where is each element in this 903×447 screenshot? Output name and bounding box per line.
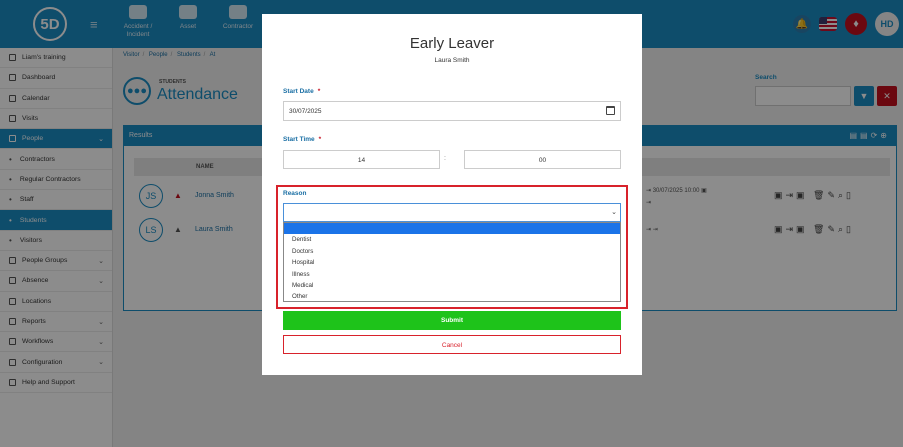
- minute-input[interactable]: 00: [464, 150, 621, 169]
- calendar-icon[interactable]: [606, 106, 615, 115]
- reason-option[interactable]: Doctors: [284, 246, 620, 257]
- hour-input[interactable]: 14: [283, 150, 440, 169]
- reason-option[interactable]: Other: [284, 291, 620, 302]
- time-separator: :: [444, 155, 446, 162]
- modal-subtitle: Laura Smith: [434, 57, 470, 64]
- start-time-label: Start Time *: [283, 136, 321, 143]
- reason-option[interactable]: Medical: [284, 280, 620, 291]
- start-date-input[interactable]: 30/07/2025: [283, 101, 621, 121]
- reason-option[interactable]: Hospital: [284, 257, 620, 268]
- start-date-label: Start Date *: [283, 88, 320, 95]
- reason-option[interactable]: Dentist: [284, 234, 620, 245]
- reason-option[interactable]: [284, 223, 620, 235]
- early-leaver-modal: Early Leaver Laura Smith Start Date * 30/…: [262, 14, 642, 375]
- reason-select[interactable]: ⌄: [283, 203, 621, 222]
- start-date-label-text: Start Date: [283, 88, 314, 95]
- start-date-value: 30/07/2025: [289, 108, 322, 115]
- start-time-label-text: Start Time: [283, 136, 315, 143]
- reason-dropdown-list: Dentist Doctors Hospital Illness Medical Othe…: [283, 222, 621, 302]
- required-mark: *: [317, 88, 321, 95]
- cancel-button[interactable]: Cancel: [283, 335, 621, 354]
- modal-title: Early Leaver: [409, 35, 495, 52]
- reason-label: Reason: [283, 190, 307, 197]
- reason-option[interactable]: Illness: [284, 269, 620, 280]
- submit-button[interactable]: Submit: [283, 311, 621, 330]
- required-mark: *: [318, 136, 322, 143]
- chevron-down-icon: ⌄: [611, 209, 617, 216]
